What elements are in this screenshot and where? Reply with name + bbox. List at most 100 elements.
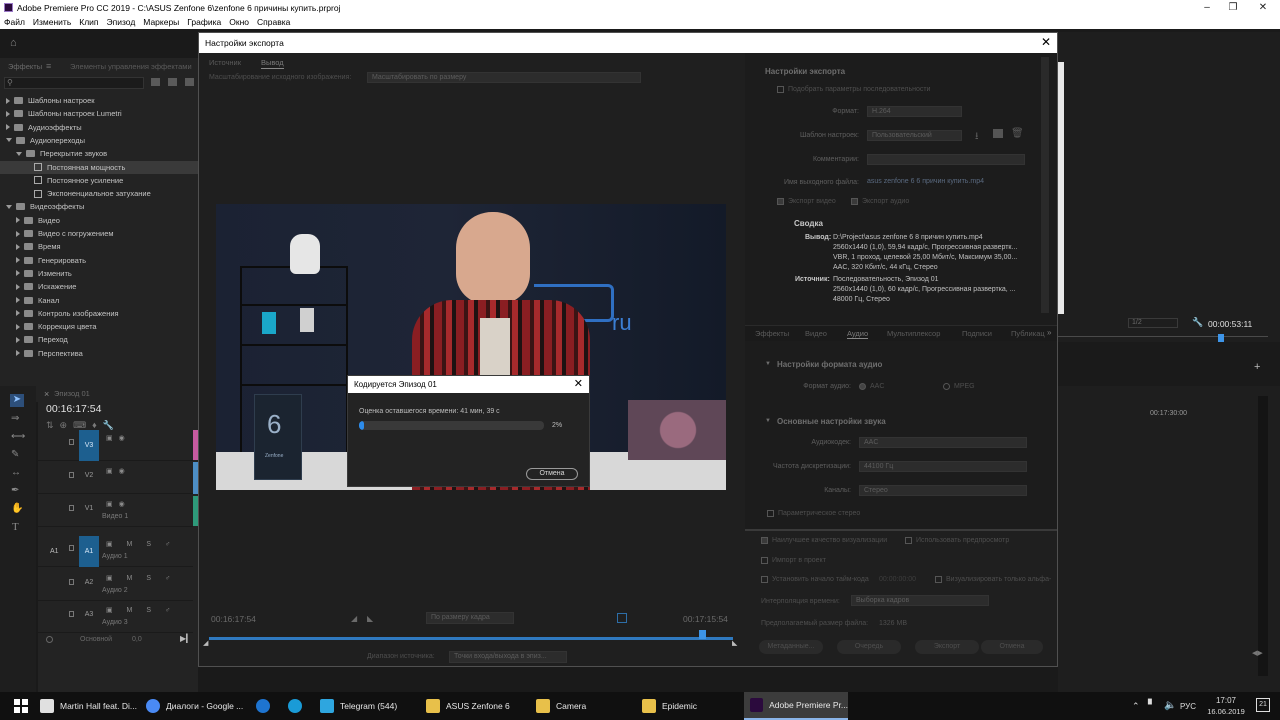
expand-triangle-icon[interactable] [16,270,20,277]
pen-icon[interactable]: ✒ [11,485,19,496]
menu-window[interactable]: Окно [229,17,249,27]
selection-tool-icon[interactable]: ➤ [10,394,24,407]
expand-triangle-icon[interactable] [6,138,12,143]
expand-triangle-icon[interactable] [6,204,12,209]
expand-triangle-icon[interactable] [16,151,22,156]
menu-help[interactable]: Справка [257,17,290,27]
export-audio-checkbox[interactable]: Экспорт аудио [851,197,909,207]
track-lock-icon[interactable] [69,505,74,511]
menu-markers[interactable]: Маркеры [143,17,179,27]
track-header[interactable]: A1 A1 ▣ M S ♂ Аудио 1 [38,536,193,567]
effects-tree-item[interactable]: Генерировать [0,254,86,267]
network-icon[interactable]: ▘ [1148,700,1156,711]
taskbar-item[interactable] [288,692,308,720]
tab-multiplexer[interactable]: Мультиплексор [887,329,940,338]
format-select[interactable]: H.264 [867,106,962,117]
sequence-tab[interactable]: Эпизод 01 [54,389,90,398]
track-header[interactable]: V1 ▣◉ Видео 1 [38,496,193,527]
taskbar-item[interactable] [256,692,276,720]
close-icon[interactable]: ✕ [1041,35,1051,49]
tabs-overflow-icon[interactable]: » [1047,328,1051,337]
effects-tree-item[interactable]: Аудиопереходы [0,134,85,147]
expand-triangle-icon[interactable] [6,110,10,117]
chevron-down-icon[interactable]: ▼ [765,361,771,367]
track-toggle-icons[interactable]: ▣◉ [106,434,131,442]
scroll-arrow-icon[interactable]: ◀▶ [1252,649,1263,657]
effects-tree-item[interactable]: Перспектива [0,347,83,360]
fit-select[interactable]: По размеру кадра [426,612,514,624]
effects-tree-item[interactable]: Аудиоэффекты [0,121,82,134]
effects-tree-item[interactable]: Канал [0,294,59,307]
in-point-handle[interactable]: ◢ [203,639,208,647]
export-start-timecode[interactable]: 00:16:17:54 [211,614,256,624]
32bit-filter-icon[interactable] [168,78,177,86]
taskbar-item[interactable]: Epidemic [642,692,697,720]
menu-clip[interactable]: Клип [79,17,98,27]
yuv-filter-icon[interactable] [185,78,194,86]
effects-tree-item[interactable]: Коррекция цвета [0,320,97,333]
razor-icon[interactable]: ✎ [11,449,19,460]
audio-format-aac-radio[interactable]: AAC [859,382,884,392]
track-header[interactable]: A2 ▣ M S ♂ Аудио 2 [38,570,193,601]
taskbar-item[interactable]: Martin Hall feat. Di... [40,692,137,720]
scale-select[interactable]: Масштабировать по размеру [367,72,641,83]
effects-tree-item[interactable]: Экспоненциальное затухание [0,187,151,200]
source-track-a1[interactable]: A1 [50,548,59,555]
match-sequence-checkbox[interactable]: Подобрать параметры последовательности [777,85,930,95]
track-lock-icon[interactable] [69,439,74,445]
parametric-stereo-checkbox[interactable]: Параметрическое стерео [767,509,860,519]
language-indicator[interactable]: РУС [1180,702,1196,711]
cancel-encoding-button[interactable]: Отмена [526,468,578,480]
effects-tree-item[interactable]: Шаблоны настроек [0,94,95,107]
export-button[interactable]: Экспорт [915,640,979,654]
type-tool-icon[interactable]: T [12,521,19,533]
settings-scrollbar[interactable] [1041,57,1049,313]
track-id[interactable]: V1 [79,502,99,516]
clock-time[interactable]: 17:07 [1208,696,1244,705]
tab-effects[interactable]: Эффекты [755,329,789,338]
program-timeline-ruler[interactable] [1058,336,1268,342]
expand-triangle-icon[interactable] [16,350,20,357]
track-id[interactable]: A2 [79,576,99,590]
dialog-cancel-button[interactable]: Отмена [981,640,1043,654]
timeline-timecode[interactable]: 00:16:17:54 [46,403,101,415]
track-toggle-icons[interactable]: ▣◉ [106,500,131,508]
channels-select[interactable]: Стерео [859,485,1027,496]
sample-rate-select[interactable]: 44100 Гц [859,461,1027,472]
effects-tree-item[interactable]: Видео [0,214,60,227]
accelerated-filter-icon[interactable] [151,78,160,86]
effects-tree-item[interactable]: Перекрытие звуков [0,147,107,160]
effects-tree-item[interactable]: Шаблоны настроек Lumetri [0,107,122,120]
close-icon[interactable]: ✕ [1250,0,1276,15]
mark-in-icon[interactable]: ◢ [351,614,357,623]
add-icon[interactable]: + [1254,361,1260,373]
go-to-end-icon[interactable]: ▶▎ [180,634,192,643]
start-timecode-value[interactable]: 00:00:00:00 [879,575,916,585]
maximize-icon[interactable]: ❐ [1220,0,1246,15]
taskbar-item[interactable]: Telegram (544) [320,692,397,720]
output-name-link[interactable]: asus zenfone 6 6 причин купить.mp4 [867,177,984,187]
expand-triangle-icon[interactable] [6,97,10,104]
import-project-checkbox[interactable]: Импорт в проект [761,556,826,566]
interpolation-select[interactable]: Выборка кадров [851,595,989,606]
expand-triangle-icon[interactable] [16,243,20,250]
clock-date[interactable]: 16.06.2019 [1202,707,1250,716]
taskbar-item[interactable]: Adobe Premiere Pr... [744,692,848,720]
track-lock-icon[interactable] [69,579,74,585]
track-select-icon[interactable]: ⇒ [11,413,19,424]
tray-chevron-icon[interactable]: ⌃ [1132,701,1140,712]
effects-tree-item[interactable]: Искажение [0,280,76,293]
track-mute-solo-icons[interactable]: ▣ M S ♂ [106,574,176,582]
tab-audio[interactable]: Аудио [847,329,869,339]
codec-select[interactable]: AAC [859,437,1027,448]
metadata-button[interactable]: Метаданные... [759,640,823,654]
delete-preset-icon[interactable]: 🗑 [1011,128,1024,139]
effects-tree-item[interactable]: Время [0,240,61,253]
track-id[interactable]: V2 [79,469,99,483]
windows-start-icon[interactable] [14,699,28,713]
tab-output[interactable]: Вывод [261,58,284,69]
track-mute-solo-icons[interactable]: ▣ M S ♂ [106,606,176,614]
program-playhead[interactable] [1218,334,1224,342]
range-select[interactable]: Точки входа/выхода в эпиз... [449,651,567,663]
track-id[interactable]: A1 [79,536,99,567]
